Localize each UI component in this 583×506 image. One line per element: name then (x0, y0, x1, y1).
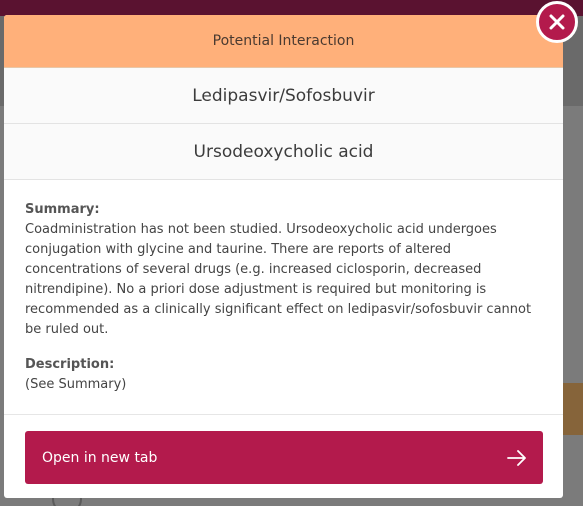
summary-label: Summary: (25, 202, 100, 217)
open-in-new-tab-button[interactable]: Open in new tab (25, 431, 543, 484)
arrow-right-icon (507, 449, 527, 466)
modal-header: Potential Interaction (4, 15, 563, 68)
description-text: (See Summary) (25, 377, 127, 392)
modal-body: Summary: Coadministration has not been s… (4, 180, 563, 415)
background-top-bar (0, 0, 583, 16)
close-icon (549, 14, 565, 30)
background-highlight-block (562, 383, 583, 435)
drug-a-row: Ledipasvir/Sofosbuvir (4, 68, 563, 124)
interaction-modal: Potential Interaction Ledipasvir/Sofosbu… (4, 15, 563, 498)
close-button[interactable] (536, 1, 578, 43)
description-label: Description: (25, 357, 115, 372)
summary-text: Coadministration has not been studied. U… (25, 222, 532, 337)
drug-b-row: Ursodeoxycholic acid (4, 124, 563, 180)
drug-a-name: Ledipasvir/Sofosbuvir (192, 85, 375, 106)
drug-b-name: Ursodeoxycholic acid (193, 141, 374, 162)
modal-footer: Open in new tab (4, 415, 563, 484)
open-in-new-tab-label: Open in new tab (42, 449, 158, 466)
modal-title: Potential Interaction (212, 33, 355, 49)
